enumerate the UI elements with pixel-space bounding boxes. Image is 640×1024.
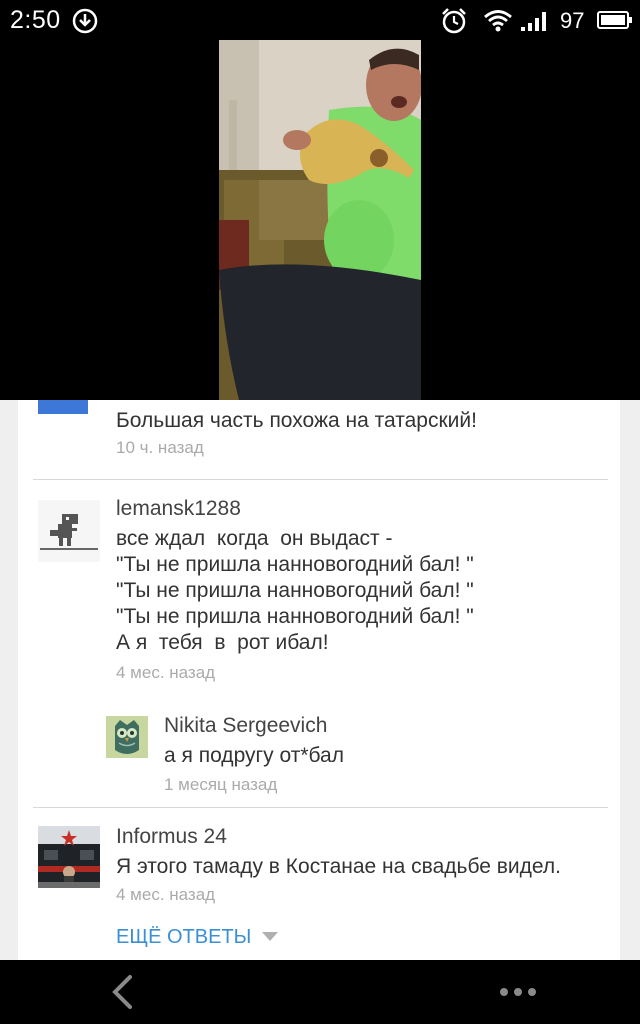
comment-line: "Ты не пришла нанновогодний бал! " bbox=[116, 579, 474, 602]
alarm-icon bbox=[442, 8, 466, 34]
locomotive-photo bbox=[38, 826, 100, 888]
locomotive-avatar[interactable] bbox=[38, 826, 100, 888]
status-time: 2:50 bbox=[10, 6, 61, 34]
comment-time: 10 ч. назад bbox=[116, 438, 204, 457]
comment-line: А я тебя в рот ибал! bbox=[116, 631, 329, 654]
comment-author[interactable]: Informus 24 bbox=[116, 824, 227, 850]
back-icon[interactable] bbox=[108, 974, 136, 1010]
comment-line: "Ты не пришла нанновогодний бал! " bbox=[116, 553, 474, 576]
battery-icon bbox=[597, 11, 632, 29]
comment-time: 1 месяц назад bbox=[164, 775, 278, 794]
divider bbox=[33, 807, 608, 808]
comment-time: 4 мес. назад bbox=[116, 885, 216, 904]
comment-line: "Ты не пришла нанновогодний бал! " bbox=[116, 605, 474, 628]
comment-author[interactable]: Nikita Sergeevich bbox=[164, 713, 327, 739]
comment-text: а я подругу от*бал bbox=[164, 744, 344, 767]
dino-avatar[interactable] bbox=[38, 500, 100, 562]
wifi-icon bbox=[484, 10, 512, 32]
avatar[interactable] bbox=[38, 400, 88, 414]
video-player[interactable] bbox=[0, 40, 640, 400]
chevron-down-icon[interactable] bbox=[262, 932, 278, 941]
battery-level: 97 bbox=[560, 8, 585, 33]
dino-icon bbox=[38, 500, 100, 562]
comment-author[interactable]: lemansk1288 bbox=[116, 496, 241, 522]
download-icon bbox=[72, 8, 98, 34]
more-replies-link[interactable]: ЕЩЁ ОТВЕТЫ bbox=[116, 924, 251, 950]
owl-avatar[interactable] bbox=[106, 716, 148, 758]
comment-text: Я этого тамаду в Костанае на свадьбе вид… bbox=[116, 855, 561, 878]
more-icon[interactable] bbox=[498, 984, 538, 1000]
comment-line: все ждал когда он выдаст - bbox=[116, 527, 393, 550]
owl-icon bbox=[106, 716, 148, 758]
comment-time: 4 мес. назад bbox=[116, 663, 216, 682]
video-frame[interactable] bbox=[219, 40, 421, 400]
status-bar: 2:50 97 bbox=[0, 0, 640, 40]
comment-text: Большая часть похожа на татарский! bbox=[116, 409, 477, 432]
comments-list[interactable]: Большая часть похожа на татарский! 10 ч.… bbox=[0, 400, 640, 960]
navigation-bar bbox=[0, 960, 640, 1024]
video-thumbnail bbox=[219, 40, 421, 400]
comments-card: Большая часть похожа на татарский! 10 ч.… bbox=[18, 400, 620, 960]
divider bbox=[33, 479, 608, 480]
signal-icon bbox=[521, 12, 546, 31]
